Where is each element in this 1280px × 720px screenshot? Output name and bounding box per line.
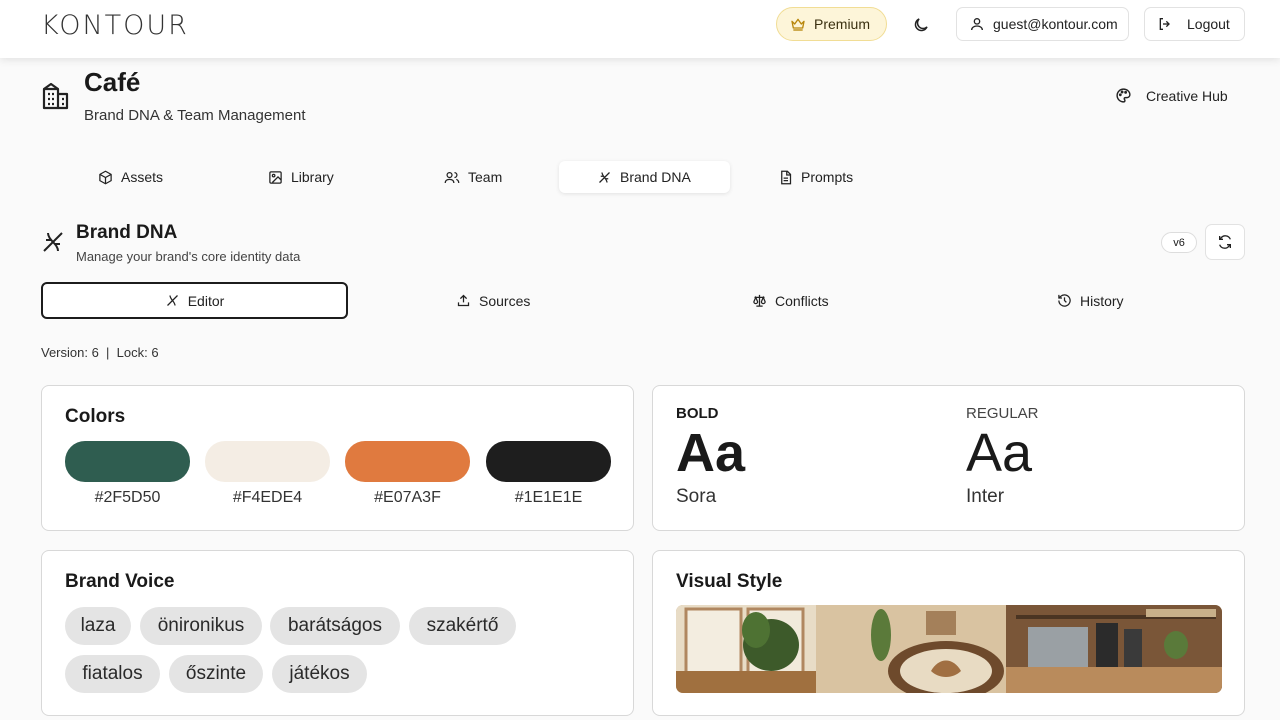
version-badge: v6	[1161, 232, 1197, 253]
voice-tag[interactable]: játékos	[272, 655, 367, 693]
premium-label: Premium	[814, 16, 871, 32]
visual-style-card: Visual Style	[652, 550, 1245, 716]
voice-tag[interactable]: szakértő	[409, 607, 516, 645]
moon-icon	[912, 16, 930, 34]
upload-icon	[456, 293, 471, 308]
section-title: Brand DNA	[76, 222, 178, 243]
voice-tag[interactable]: barátságos	[270, 607, 400, 645]
top-bar: KONTOUR Premium guest@kontour.com Logout	[0, 0, 1280, 58]
regular-sample: Aa	[966, 423, 1033, 483]
card-title: Visual Style	[676, 571, 783, 592]
tab-prompts[interactable]: Prompts	[778, 161, 853, 193]
voice-tag[interactable]: fiatalos	[65, 655, 160, 693]
refresh-button[interactable]	[1205, 224, 1245, 260]
color-hex: #2F5D50	[94, 489, 161, 506]
bold-font-name: Sora	[676, 486, 717, 507]
subtab-label: Conflicts	[775, 292, 829, 309]
tab-assets[interactable]: Assets	[98, 161, 163, 193]
logout-icon	[1157, 16, 1173, 32]
color-hex: #1E1E1E	[514, 489, 583, 506]
tab-brand-dna[interactable]: Brand DNA	[559, 161, 730, 193]
sparkle-icon	[165, 293, 180, 308]
premium-button[interactable]: Premium	[776, 7, 887, 41]
colors-card: Colors #2F5D50 #F4EDE4 #E07A3F #1E1E1E	[41, 385, 634, 531]
subtab-label: Editor	[187, 292, 225, 309]
bold-label: BOLD	[676, 405, 719, 422]
tab-label: Assets	[121, 169, 164, 185]
page-title: Café	[84, 67, 141, 97]
dna-icon	[41, 230, 65, 254]
user-email: guest@kontour.com	[993, 16, 1118, 32]
color-hex: #E07A3F	[374, 489, 441, 506]
palette-icon	[1115, 87, 1132, 104]
creative-hub-label: Creative Hub	[1146, 87, 1228, 104]
voice-tag[interactable]: őszinte	[169, 655, 263, 693]
color-hex: #F4EDE4	[232, 489, 303, 506]
logout-label: Logout	[1187, 16, 1230, 32]
document-icon	[778, 170, 793, 185]
color-swatch[interactable]	[65, 441, 190, 482]
color-swatch[interactable]	[345, 441, 470, 482]
subtab-editor[interactable]: Editor	[41, 282, 348, 319]
card-title: Brand Voice	[65, 571, 175, 592]
page-subtitle: Brand DNA & Team Management	[84, 107, 306, 124]
voice-tag[interactable]: laza	[65, 607, 131, 645]
user-icon	[969, 16, 985, 32]
section-subtitle: Manage your brand's core identity data	[76, 249, 301, 264]
card-title: Colors	[65, 406, 126, 427]
user-account-button[interactable]: guest@kontour.com	[956, 7, 1129, 41]
crown-icon	[790, 16, 806, 32]
box-icon	[98, 170, 113, 185]
typography-card: BOLD Aa Sora REGULAR Aa Inter	[652, 385, 1245, 531]
tab-team[interactable]: Team	[444, 161, 502, 193]
dark-mode-toggle[interactable]	[912, 16, 930, 34]
logout-button[interactable]: Logout	[1144, 7, 1245, 41]
version-lock-info: Version: 6 | Lock: 6	[41, 345, 159, 360]
color-swatch[interactable]	[486, 441, 611, 482]
image-icon	[268, 170, 283, 185]
tab-label: Brand DNA	[620, 169, 691, 185]
subtab-conflicts[interactable]: Conflicts	[752, 282, 829, 319]
tab-label: Team	[468, 169, 503, 185]
tab-library[interactable]: Library	[268, 161, 334, 193]
subtab-label: History	[1080, 292, 1124, 309]
regular-label: REGULAR	[966, 405, 1039, 422]
app-logo[interactable]: KONTOUR	[41, 10, 189, 41]
dna-icon	[597, 170, 612, 185]
tab-label: Library	[291, 169, 334, 185]
history-icon	[1057, 293, 1072, 308]
building-icon	[41, 82, 71, 110]
regular-font-name: Inter	[966, 486, 1005, 507]
scale-icon	[752, 293, 767, 308]
subtab-sources[interactable]: Sources	[456, 282, 530, 319]
creative-hub-link[interactable]: Creative Hub	[1115, 87, 1228, 104]
users-icon	[444, 170, 460, 185]
brand-voice-card: Brand Voice laza öniron­ikus barátságos …	[41, 550, 634, 716]
subtab-label: Sources	[479, 292, 531, 309]
subtab-history[interactable]: History	[1057, 282, 1124, 319]
color-swatch[interactable]	[205, 441, 330, 482]
refresh-icon	[1217, 234, 1233, 250]
tab-label: Prompts	[801, 169, 854, 185]
voice-tag[interactable]: öniron­ikus	[140, 607, 262, 645]
bold-sample: Aa	[676, 423, 746, 483]
cafe-interior-image	[676, 605, 1222, 693]
